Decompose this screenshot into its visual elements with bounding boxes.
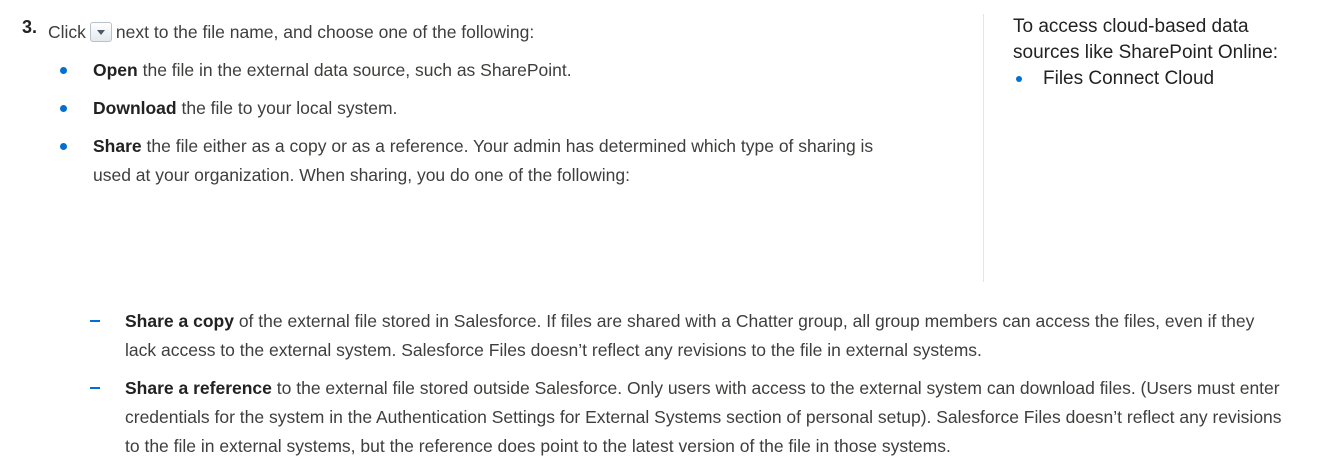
option-description: the file in the external data source, su…: [142, 60, 572, 80]
share-option-description: to the external file stored outside Sale…: [125, 378, 1282, 456]
sidebar-heading: To access cloud-based data sources like …: [1013, 16, 1279, 63]
share-option-label: Share a reference: [125, 378, 272, 398]
list-item-open: Open the file in the external data sourc…: [48, 56, 968, 85]
share-option-list: Share a copy of the external file stored…: [90, 307, 1290, 470]
share-option-description: of the external file stored in Salesforc…: [125, 311, 1255, 360]
option-description: the file either as a copy or as a refere…: [93, 136, 874, 185]
list-item-share-copy: Share a copy of the external file stored…: [90, 307, 1290, 365]
list-item-share-reference: Share a reference to the external file s…: [90, 374, 1290, 461]
sidebar-item-label: Files Connect Cloud: [1043, 68, 1215, 89]
option-label: Download: [93, 98, 177, 118]
bullet-icon: [60, 143, 67, 150]
dash-icon: [90, 387, 100, 389]
bullet-icon: [60, 67, 67, 74]
bullet-icon: [1016, 76, 1022, 82]
step-instruction: Click next to the file name, and choose o…: [48, 18, 968, 47]
main-content: Click next to the file name, and choose o…: [48, 18, 968, 190]
chevron-down-icon: [96, 29, 105, 35]
option-label: Share: [93, 136, 142, 156]
list-item-share: Share the file either as a copy or as a …: [48, 132, 903, 190]
instruction-text-after: next to the file name, and choose one of…: [115, 22, 535, 42]
step-number: 3.: [22, 17, 38, 37]
option-list: Open the file in the external data sourc…: [48, 56, 968, 190]
option-label: Open: [93, 60, 138, 80]
sidebar-item-files-connect-cloud: Files Connect Cloud: [1013, 66, 1283, 92]
requirements-sidebar: To access cloud-based data sources like …: [983, 14, 1283, 282]
instruction-text-before: Click: [48, 22, 86, 42]
share-option-label: Share a copy: [125, 311, 234, 331]
file-menu-dropdown-button[interactable]: [89, 21, 112, 42]
option-description: the file to your local system.: [181, 98, 398, 118]
dash-icon: [90, 320, 100, 322]
list-item-download: Download the file to your local system.: [48, 94, 968, 123]
bullet-icon: [60, 105, 67, 112]
